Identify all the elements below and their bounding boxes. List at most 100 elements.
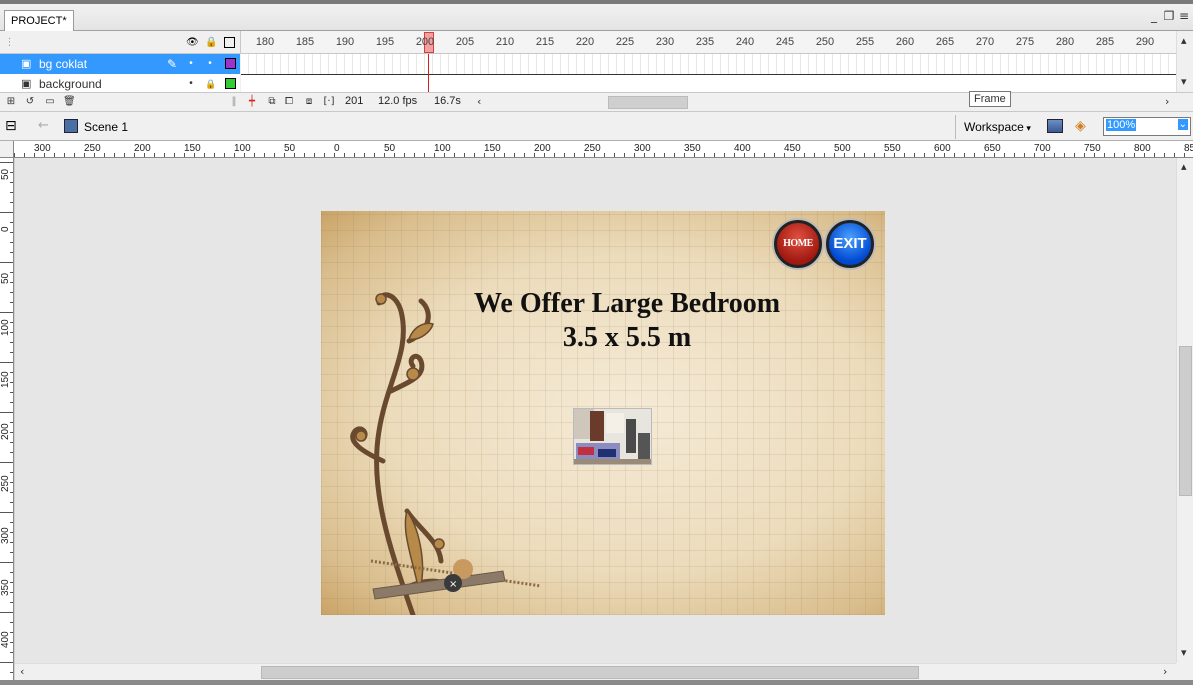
scroll-right-icon[interactable]: ›	[1165, 95, 1169, 108]
lock-dot[interactable]: •	[205, 54, 215, 74]
scroll-corner	[1176, 663, 1193, 680]
minimize-icon[interactable]: _	[1147, 10, 1161, 24]
layer-color-swatch[interactable]	[225, 58, 236, 69]
ruler-label: 350	[0, 579, 11, 596]
ruler-label: 50	[0, 272, 11, 284]
current-frame: 201	[345, 95, 364, 107]
timeline-toggle-icon[interactable]: ⊟	[5, 118, 17, 134]
frame-number: 250	[815, 36, 835, 48]
ruler-label: 100	[234, 143, 251, 154]
frame-number: 225	[615, 36, 635, 48]
ruler-ticks	[0, 162, 13, 683]
grip-icon[interactable]: ⋮	[4, 37, 15, 48]
ruler-label: 350	[684, 143, 701, 154]
timeline-horizontal-scrollbar[interactable]: ‹ ›	[475, 95, 1175, 110]
zoom-value: 100%	[1106, 119, 1137, 131]
scroll-thumb[interactable]	[1179, 346, 1192, 496]
timeline-panel: ⋮ 👁 🔒 180 185 190 195 200 205 210 215 220 225 230 2…	[0, 31, 1193, 111]
window-bottom-border	[0, 680, 1193, 685]
edit-symbols-icon[interactable]: ◈	[1075, 118, 1086, 134]
ruler-label: 300	[0, 527, 11, 544]
edit-scene-icon[interactable]	[1047, 119, 1063, 133]
scroll-right-icon[interactable]: ›	[1163, 665, 1167, 678]
frame-number: 210	[495, 36, 515, 48]
lock-icon[interactable]: 🔒	[205, 74, 216, 94]
eye-icon[interactable]: 👁	[186, 37, 199, 48]
frame-rate[interactable]: 12.0 fps	[378, 95, 417, 107]
ruler-label: 500	[834, 143, 851, 154]
stage[interactable]: × HOME EXIT We Offer Large Bedroom 3.5 x…	[321, 211, 885, 615]
ruler-label: 50	[384, 143, 396, 154]
onion-skin-icon[interactable]: ⧉	[266, 96, 278, 108]
panel-menu-icon[interactable]: ≡	[1177, 10, 1191, 24]
frames-row-bg-coklat[interactable]	[241, 54, 1176, 74]
visibility-dot[interactable]: •	[186, 74, 196, 94]
center-frame-icon[interactable]: ┿	[246, 96, 258, 108]
layer-name: background	[39, 77, 102, 91]
chevron-down-icon[interactable]: ⌄	[1177, 119, 1188, 130]
ruler-label: 50	[0, 168, 11, 180]
scroll-up-icon[interactable]: ▴	[1181, 34, 1187, 47]
layer-name: bg coklat	[39, 57, 88, 71]
bedroom-photo[interactable]	[573, 408, 652, 465]
stage-vertical-scrollbar[interactable]: ▴ ▾	[1176, 158, 1193, 663]
modify-markers-icon[interactable]: [·]	[323, 96, 335, 108]
zoom-select[interactable]: 100% ⌄	[1103, 117, 1191, 136]
new-folder-icon[interactable]: ▭	[44, 96, 56, 108]
ruler-label: 450	[784, 143, 801, 154]
back-arrow-icon[interactable]: ←	[38, 118, 49, 133]
frame-number: 285	[1095, 36, 1115, 48]
layer-row-background[interactable]: ▣ background • 🔒	[0, 74, 240, 94]
restore-icon[interactable]: ❐	[1162, 10, 1176, 24]
document-tab-strip: PROJECT* _ ❐ ≡	[0, 0, 1193, 31]
ruler-label: 700	[1034, 143, 1051, 154]
layer-row-bg-coklat[interactable]: ▣ bg coklat ✎ • •	[0, 54, 240, 74]
motion-guide-icon[interactable]: ↺	[24, 96, 36, 108]
ruler-label: 85	[1184, 143, 1193, 154]
scene-clapper-icon	[64, 119, 78, 133]
new-layer-icon[interactable]: ⊞	[5, 96, 17, 108]
exit-button[interactable]: EXIT	[826, 220, 874, 268]
timeline-toolbar: ⊞ ↺ ▭ 🗑 ‖ ┿ ⧉ ⧠ ⧈ [·] 201 12.0 fps 16.7s…	[0, 92, 1193, 111]
scroll-left-icon[interactable]: ‹	[20, 665, 24, 678]
layer-header: ⋮ 👁 🔒	[0, 31, 240, 54]
home-button[interactable]: HOME	[774, 220, 822, 268]
scroll-thumb[interactable]	[261, 666, 919, 679]
scroll-left-icon[interactable]: ‹	[477, 95, 481, 108]
frame-number: 230	[655, 36, 675, 48]
layer-color-swatch[interactable]	[225, 78, 236, 89]
ruler-label: 50	[284, 143, 296, 154]
ruler-label: 200	[134, 143, 151, 154]
lock-icon[interactable]: 🔒	[205, 37, 217, 48]
frame-number: 205	[455, 36, 475, 48]
workspace-button[interactable]: Workspace ▾	[964, 120, 1031, 134]
visibility-dot[interactable]: •	[186, 54, 196, 74]
ruler-label: 800	[1134, 143, 1151, 154]
elapsed-time: 16.7s	[434, 95, 461, 107]
svg-text:×: ×	[449, 579, 457, 590]
frame-number: 195	[375, 36, 395, 48]
onion-outline-icon[interactable]: ⧠	[283, 96, 295, 108]
frame-ruler[interactable]: 180 185 190 195 200 205 210 215 220 225 230 235 240 2…	[240, 31, 1176, 54]
scroll-down-icon[interactable]: ▾	[1181, 75, 1187, 88]
workspace-label: Workspace	[964, 120, 1024, 134]
trash-icon[interactable]: 🗑	[63, 96, 76, 108]
frames-row-background[interactable]	[241, 74, 1176, 94]
stage-horizontal-scrollbar[interactable]: ‹ ›	[15, 663, 1176, 680]
edit-multiple-frames-icon[interactable]: ⧈	[303, 96, 315, 108]
outline-icon[interactable]	[224, 37, 235, 48]
ruler-label: 200	[534, 143, 551, 154]
document-tab[interactable]: PROJECT*	[4, 10, 74, 31]
edit-bar: ⊟ ← Scene 1 Workspace ▾ ◈ 100% ⌄	[0, 111, 1193, 141]
ruler-label: 0	[0, 226, 11, 232]
scene-label[interactable]: Scene 1	[84, 120, 128, 134]
scroll-thumb[interactable]	[608, 96, 688, 109]
scroll-down-icon[interactable]: ▾	[1181, 646, 1187, 659]
ruler-label: 250	[584, 143, 601, 154]
timeline-vertical-scrollbar[interactable]: ▴ ▾	[1176, 31, 1193, 92]
ruler-label: 300	[634, 143, 651, 154]
title-line-2: 3.5 x 5.5 m	[562, 322, 692, 353]
scroll-up-icon[interactable]: ▴	[1181, 160, 1187, 173]
ruler-label: 100	[434, 143, 451, 154]
horizontal-ruler: 300 250 200 150 100 50 0 50 100 150 200 250 300 350 40…	[14, 141, 1193, 158]
